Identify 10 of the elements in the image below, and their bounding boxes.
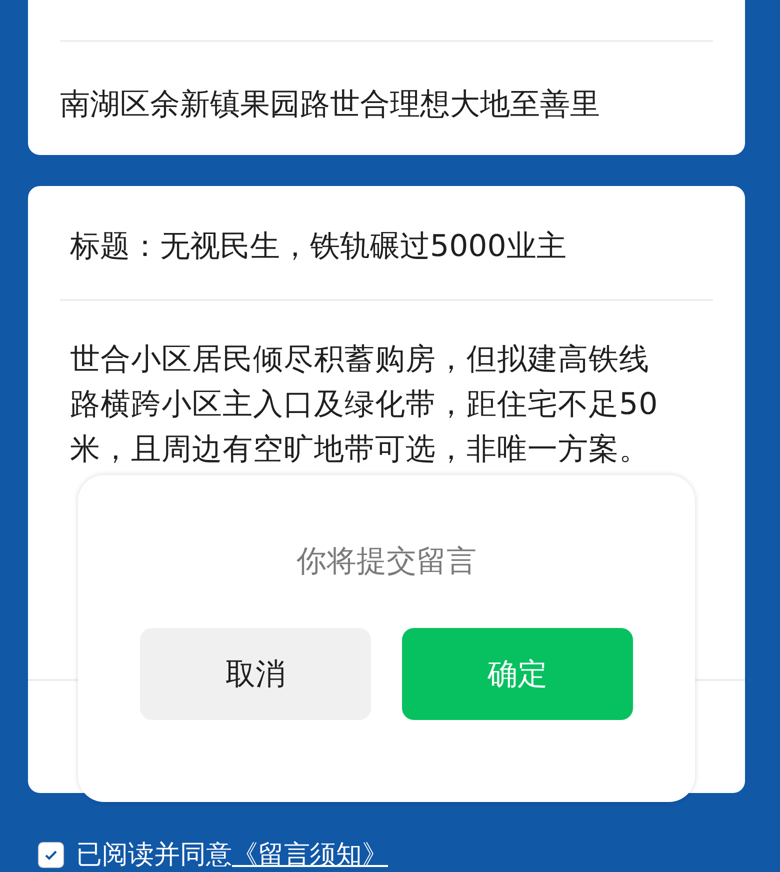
message-body-line: 路横跨小区主入口及绿化带，距住宅不足50 [70,386,660,424]
message-body-line: 世合小区居民倾尽积蓄购房，但拟建高铁线 [70,341,650,379]
message-title: 标题：无视民生，铁轨碾过5000业主 [69,228,568,266]
address-text: 南湖区余新镇果园路世合理想大地至善里 [60,86,601,124]
notice-link[interactable]: 《留言须知》 [232,837,388,872]
message-body-line: 米，且周边有空旷地带可选，非唯一方案。 [70,431,650,469]
cancel-button[interactable]: 取消 [140,628,371,720]
dialog-message: 你将提交留言 [296,543,476,581]
agree-label: 已阅读并同意 [76,839,232,872]
agree-checkbox[interactable] [38,842,64,868]
